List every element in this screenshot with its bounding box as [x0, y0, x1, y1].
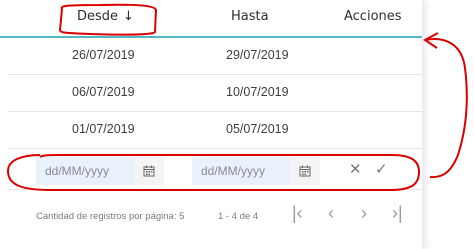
desde-date-input[interactable]: dd/MM/yyyy [36, 157, 164, 185]
cell-desde: 01/07/2019 [72, 122, 135, 136]
desde-date-placeholder: dd/MM/yyyy [45, 164, 110, 178]
previous-page-icon[interactable]: ‹ [328, 204, 334, 222]
page-size-label: Cantidad de registros por página: 5 [36, 211, 185, 222]
cancel-icon[interactable]: ✕ [349, 160, 362, 178]
header-desde[interactable]: Desde ↓ [77, 9, 134, 24]
calendar-icon[interactable] [290, 157, 320, 185]
header-acciones: Acciones [344, 9, 402, 24]
table-header: Desde ↓ Hasta Acciones [0, 0, 422, 38]
cell-hasta: 10/07/2019 [226, 85, 289, 99]
sort-arrow-down-icon: ↓ [123, 9, 134, 24]
table-row: 06/07/2019 10/07/2019 [8, 75, 422, 112]
cell-hasta: 29/07/2019 [226, 48, 289, 62]
header-hasta[interactable]: Hasta [231, 9, 269, 24]
next-page-icon[interactable]: › [361, 204, 367, 222]
confirm-check-icon[interactable]: ✓ [375, 160, 388, 178]
hasta-date-input[interactable]: dd/MM/yyyy [192, 157, 320, 185]
last-page-icon[interactable]: ›| [392, 204, 403, 222]
filter-row: dd/MM/yyyy dd/MM/yyyy ✕ ✓ [8, 151, 422, 190]
calendar-icon[interactable] [134, 157, 164, 185]
cell-hasta: 05/07/2019 [226, 122, 289, 136]
data-table: Desde ↓ Hasta Acciones 26/07/2019 29/07/2… [0, 0, 423, 249]
table-row: 26/07/2019 29/07/2019 [8, 38, 422, 75]
table-row: 01/07/2019 05/07/2019 [8, 112, 422, 149]
range-label: 1 - 4 de 4 [218, 211, 259, 222]
annotation-arrow [424, 38, 468, 179]
first-page-icon[interactable]: |‹ [292, 204, 303, 222]
cell-desde: 26/07/2019 [72, 48, 135, 62]
cell-desde: 06/07/2019 [72, 85, 135, 99]
paginator: Cantidad de registros por página: 5 1 - … [8, 190, 422, 249]
hasta-date-placeholder: dd/MM/yyyy [201, 164, 266, 178]
arrow-head-icon [423, 32, 439, 49]
header-desde-label: Desde [77, 9, 119, 24]
